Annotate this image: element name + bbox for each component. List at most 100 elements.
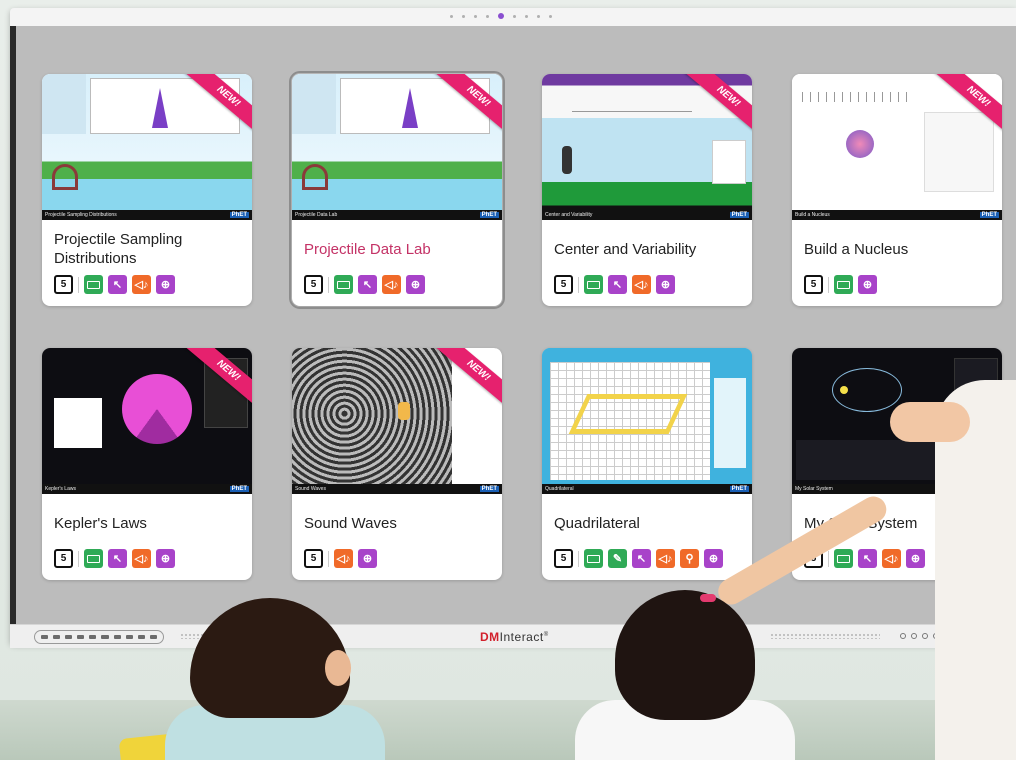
simulation-thumbnail[interactable]: Projectile Data Lab PhET NEW! xyxy=(292,74,502,220)
thumbnail-navbar: Kepler's Laws PhET xyxy=(42,484,252,494)
icon-separator xyxy=(828,550,829,567)
teacher-pointing-hand xyxy=(890,402,970,442)
thumbnail-sim-name: Projectile Data Lab xyxy=(295,212,338,218)
display-bottom-bezel: DMInteract® xyxy=(10,624,1016,648)
thumbnail-navbar: Projectile Sampling Distributions PhET xyxy=(42,210,252,220)
sound-icon: ◁♪ xyxy=(656,549,675,568)
thumbnail-sim-name: Build a Nucleus xyxy=(795,212,830,218)
phet-logo: PhET xyxy=(729,486,749,492)
simulation-card[interactable]: Projectile Data Lab PhET NEW! Projectile Da… xyxy=(289,71,505,309)
pointer-icon: ↖ xyxy=(108,275,127,294)
pointer-icon: ↖ xyxy=(608,275,627,294)
html5-icon: 5 xyxy=(54,549,73,568)
simulation-card[interactable]: Quadrilateral PhET Quadrilateral 5 ✎ ↖ ◁♪ ⚲ ⊕ xyxy=(542,348,752,580)
child-right-head xyxy=(615,590,755,720)
simulation-title[interactable]: Projectile Sampling Distributions xyxy=(54,230,244,268)
thumbnail-sim-name: Center and Variability xyxy=(545,212,593,218)
html5-icon: 5 xyxy=(54,275,73,294)
feature-icons: 5 ⊕ xyxy=(804,275,877,294)
thumbnail-sim-name: My Solar System xyxy=(795,486,833,492)
feature-icons: 5 ↖ ◁♪ ⊕ xyxy=(54,275,175,294)
brand-logo: DMInteract® xyxy=(480,630,549,644)
icon-separator xyxy=(828,276,829,293)
page-dot[interactable] xyxy=(537,14,540,18)
simulation-thumbnail[interactable]: Quadrilateral PhET xyxy=(542,348,752,494)
icon-separator xyxy=(78,550,79,567)
icon-separator xyxy=(78,276,79,293)
feature-icons: 5 ✎ ↖ ◁♪ ⚲ ⊕ xyxy=(554,549,723,568)
icon-separator xyxy=(578,550,579,567)
keyboard-icon xyxy=(334,275,353,294)
thumbnail-sim-name: Sound Waves xyxy=(295,486,326,492)
keyboard-icon xyxy=(584,549,603,568)
sound-icon: ◁♪ xyxy=(132,549,151,568)
keyboard-icon xyxy=(834,275,853,294)
simulation-title[interactable]: Center and Variability xyxy=(554,240,744,259)
phet-logo: PhET xyxy=(979,212,999,218)
voice-icon: ⚲ xyxy=(680,549,699,568)
html5-icon: 5 xyxy=(304,275,323,294)
keyboard-icon xyxy=(584,275,603,294)
zoom-icon: ⊕ xyxy=(704,549,723,568)
simulation-title[interactable]: Kepler's Laws xyxy=(54,514,244,533)
thumbnail-sim-name: Kepler's Laws xyxy=(45,486,76,492)
sound-icon: ◁♪ xyxy=(132,275,151,294)
page-dot[interactable] xyxy=(525,14,528,18)
thumbnail-navbar: Build a Nucleus PhET xyxy=(792,210,1002,220)
thumbnail-sim-name: Projectile Sampling Distributions xyxy=(45,212,117,218)
simulation-card[interactable]: Kepler's Laws PhET NEW! Kepler's Laws 5 ↖ ◁♪ ⊕ xyxy=(42,348,252,580)
page-dot[interactable] xyxy=(450,14,453,18)
page-dot[interactable] xyxy=(513,14,516,18)
child-left-ear xyxy=(325,650,351,686)
zoom-icon: ⊕ xyxy=(858,275,877,294)
feature-icons: 5 ↖ ◁♪ ⊕ xyxy=(54,549,175,568)
sound-icon: ◁♪ xyxy=(382,275,401,294)
screen-bezel-left xyxy=(10,26,16,624)
child-right-hair-clip xyxy=(700,594,716,602)
simulation-card[interactable]: Build a Nucleus PhET NEW! Build a Nucleus 5 ⊕ xyxy=(792,74,1002,306)
html5-icon: 5 xyxy=(554,275,573,294)
simulation-card[interactable]: Center and Variability PhET NEW! Center and… xyxy=(542,74,752,306)
feature-icons: 5 ↖ ◁♪ ⊕ xyxy=(304,275,425,294)
pointer-icon: ↖ xyxy=(108,549,127,568)
simulation-title[interactable]: Quadrilateral xyxy=(554,514,744,533)
simulation-thumbnail[interactable]: Kepler's Laws PhET NEW! xyxy=(42,348,252,494)
speaker-grille-right xyxy=(770,633,880,639)
feature-icons: 5 ◁♪ ⊕ xyxy=(304,549,377,568)
thumbnail-navbar: Center and Variability PhET xyxy=(542,210,752,220)
icon-separator xyxy=(328,276,329,293)
simulation-title[interactable]: Build a Nucleus xyxy=(804,240,994,259)
simulation-card[interactable]: Projectile Sampling Distributions PhET NEW… xyxy=(42,74,252,306)
pointer-icon: ↖ xyxy=(858,549,877,568)
page-dot[interactable] xyxy=(474,14,477,18)
thumbnail-navbar: Projectile Data Lab PhET xyxy=(292,210,502,220)
icon-separator xyxy=(328,550,329,567)
thumbnail-navbar: Quadrilateral PhET xyxy=(542,484,752,494)
draw-icon: ✎ xyxy=(608,549,627,568)
simulation-card[interactable]: Sound Waves PhET NEW! Sound Waves 5 ◁♪ ⊕ xyxy=(292,348,502,580)
simulation-title[interactable]: Projectile Data Lab xyxy=(304,240,494,259)
page-dot[interactable] xyxy=(486,14,489,18)
page-dot[interactable] xyxy=(498,13,504,19)
sound-icon: ◁♪ xyxy=(632,275,651,294)
page-dot[interactable] xyxy=(549,14,552,18)
thumbnail-navbar: Sound Waves PhET xyxy=(292,484,502,494)
html5-icon: 5 xyxy=(304,549,323,568)
page-indicator[interactable] xyxy=(450,10,600,22)
simulation-thumbnail[interactable]: Projectile Sampling Distributions PhET NEW… xyxy=(42,74,252,220)
simulation-thumbnail[interactable]: Sound Waves PhET NEW! xyxy=(292,348,502,494)
zoom-icon: ⊕ xyxy=(406,275,425,294)
phet-logo: PhET xyxy=(229,212,249,218)
io-ports xyxy=(34,630,164,644)
simulation-title[interactable]: Sound Waves xyxy=(304,514,494,533)
simulation-thumbnail[interactable]: Build a Nucleus PhET NEW! xyxy=(792,74,1002,220)
page-dot[interactable] xyxy=(462,14,465,18)
phet-logo: PhET xyxy=(479,212,499,218)
zoom-icon: ⊕ xyxy=(906,549,925,568)
simulation-thumbnail[interactable]: Center and Variability PhET NEW! xyxy=(542,74,752,220)
pointer-icon: ↖ xyxy=(632,549,651,568)
new-ribbon: NEW! xyxy=(683,74,752,137)
thumbnail-sim-name: Quadrilateral xyxy=(545,486,574,492)
zoom-icon: ⊕ xyxy=(156,549,175,568)
phet-logo: PhET xyxy=(729,212,749,218)
